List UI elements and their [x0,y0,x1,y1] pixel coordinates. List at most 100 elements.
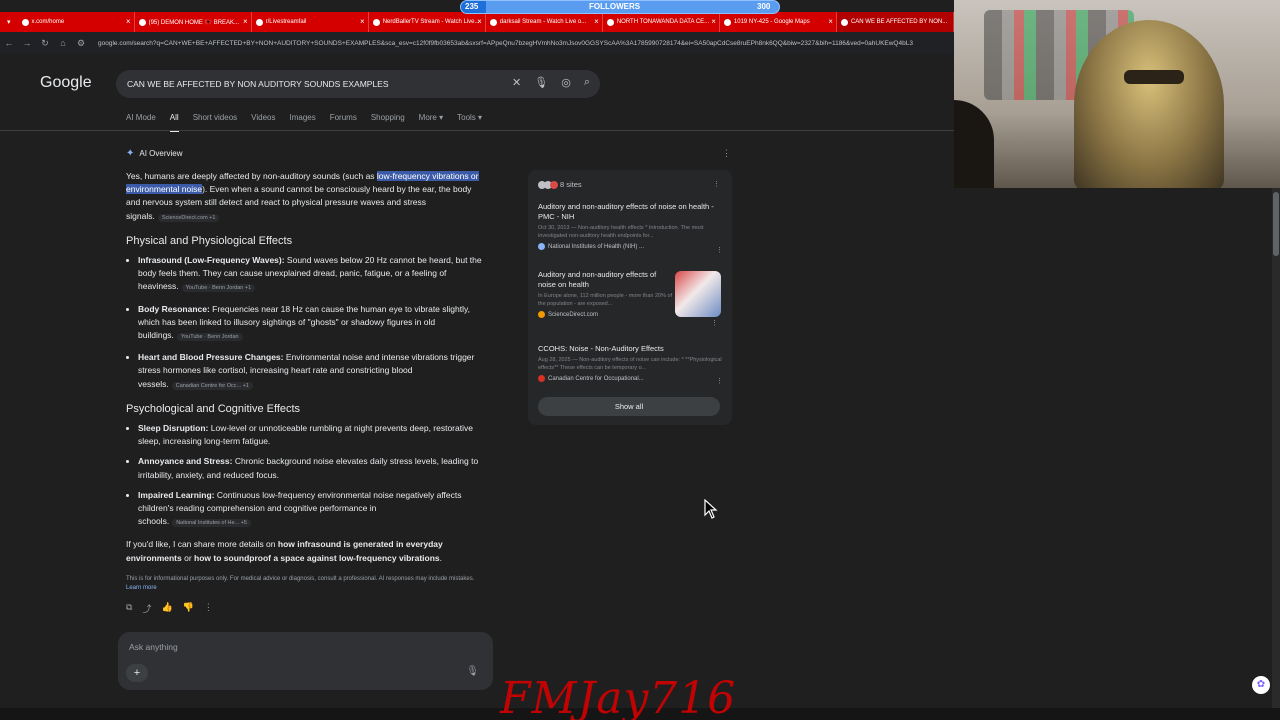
list-item: Body Resonance: Frequencies near 18 Hz c… [138,303,486,345]
search-icon[interactable]: ⌕ [584,76,590,89]
streamer-watermark: FMJay716 [500,673,737,720]
scrollbar-thumb[interactable] [1273,192,1279,256]
assistant-icon[interactable]: ✿ [1252,676,1270,694]
section-heading-physical: Physical and Physiological Effects [126,234,293,247]
maps-favicon-icon [723,18,731,26]
reload-icon[interactable]: ↻ [36,38,54,49]
url-field[interactable]: google.com/search?q=CAN+WE+BE+AFFECTED+B… [98,40,913,47]
followers-current: 235 [465,2,479,11]
x-favicon-icon [21,18,29,26]
tab-data-center[interactable]: NORTH TONAWANDA DATA CE... × [603,12,720,32]
thumbs-up-icon[interactable]: 👍 [161,602,172,615]
nav-divider [0,130,954,131]
tab-youtube[interactable]: (95) DEMON HOME 🇦🇱 BREAK... × [135,12,252,32]
tab-close-icon[interactable]: × [126,17,131,26]
suggestion-link[interactable]: how to soundproof a space against low-fr… [194,553,440,563]
section-heading-psychological: Psychological and Cognitive Effects [126,402,301,415]
tab-kick-nerdballer[interactable]: NerdBallerTV Stream - Watch Live... × [369,12,486,32]
source-chip[interactable]: ScienceDirect.com +1 [157,213,220,222]
mouse-cursor-icon [704,499,718,519]
tab-close-icon[interactable]: × [477,17,482,26]
list-item: Sleep Disruption: Low-level or unnoticea… [138,422,486,448]
google-logo[interactable]: Google [40,74,92,92]
address-bar: ← → ↻ ⌂ ⚙ google.com/search?q=CAN+WE+BE+… [0,32,954,54]
kick-favicon-icon [489,18,497,26]
followers-goal-bar: 235 FOLLOWERS 300 [460,0,780,14]
plus-icon[interactable]: + [126,664,148,682]
more-options-icon[interactable]: ⋮ [716,246,723,254]
ask-anything-box[interactable]: Ask anything + 🎙 [118,632,493,690]
site-info-icon[interactable]: ⚙ [72,38,90,49]
source-chip[interactable]: National Institutes of He... +5 [172,519,251,528]
list-item: Infrasound (Low-Frequency Waves): Sound … [138,254,486,296]
source-favicons [538,180,558,189]
sparkle-icon: ✦ [126,148,135,159]
tab-kick-darksail[interactable]: darksail Stream - Watch Live o... × [486,12,603,32]
youtube-favicon-icon [138,18,146,26]
ai-overview-header: ✦ AI Overview [126,148,183,159]
tab-close-icon[interactable]: × [243,17,248,26]
tab-close-icon[interactable]: × [594,17,599,26]
show-all-button[interactable]: Show all [538,397,720,416]
feedback-actions: ⧉ ⤴ 👍 👎 ⋮ [126,602,213,615]
more-options-icon[interactable]: ⋮ [722,148,731,159]
nih-favicon-icon [538,243,545,250]
tab-google-maps[interactable]: 1019 NY-425 - Google Maps × [720,12,837,32]
streamer-mask [1074,20,1224,188]
tab-reddit[interactable]: r/Livestreamfail × [252,12,369,32]
more-options-icon[interactable]: ⋮ [716,377,723,385]
more-options-icon[interactable]: ⋮ [711,319,718,327]
sites-count[interactable]: 8 sites [538,180,582,189]
lens-icon[interactable]: ◎ [561,76,571,89]
more-options-icon[interactable]: ⋮ [713,180,720,188]
search-box[interactable]: CAN WE BE AFFECTED BY NON AUDITORY SOUND… [116,70,600,98]
source-thumbnail[interactable] [675,271,721,317]
search-input[interactable]: CAN WE BE AFFECTED BY NON AUDITORY SOUND… [127,79,389,89]
forward-icon[interactable]: → [18,38,36,48]
followers-label: FOLLOWERS [589,2,641,11]
list-item: Heart and Blood Pressure Changes: Enviro… [138,351,486,393]
home-icon[interactable]: ⌂ [54,38,72,48]
sources-panel: 8 sites ⋮ Auditory and non-auditory effe… [528,170,732,425]
disclaimer: This is for informational purposes only.… [126,576,475,591]
share-icon[interactable]: ⤴ [142,602,151,615]
ai-overview-body: Yes, humans are deeply affected by non-a… [126,170,486,565]
mic-icon[interactable]: 🎙 [534,76,548,89]
list-item: Annoyance and Stress: Chronic background… [138,455,486,481]
source-card[interactable]: Auditory and non-auditory effects of noi… [538,270,673,318]
tab-google-search[interactable]: CAN WE BE AFFECTED BY NON... [836,12,955,32]
copy-icon[interactable]: ⧉ [126,602,132,615]
ask-input[interactable]: Ask anything [129,642,178,652]
psychological-effects-list: Sleep Disruption: Low-level or unnoticea… [126,422,486,530]
source-chip[interactable]: Canadian Centre for Occ... +1 [171,381,253,390]
webcam-overlay [954,0,1280,188]
page-scrollbar[interactable] [1272,188,1280,708]
source-chip[interactable]: YouTube · Benn Jordan [176,333,243,342]
tab-x[interactable]: x.com/home × [18,12,135,32]
mic-icon[interactable]: 🎙 [466,666,479,677]
clear-icon[interactable]: ✕ [512,76,521,89]
source-chip[interactable]: YouTube · Benn Jordan +1 [181,284,256,293]
google-favicon-icon [840,18,848,26]
learn-more-link[interactable]: Learn more [126,585,157,591]
source-card[interactable]: CCOHS: Noise - Non-Auditory Effects Aug … [538,344,723,385]
tab-search-icon[interactable]: ▾ [0,12,18,32]
globe-favicon-icon [606,18,614,26]
back-icon[interactable]: ← [0,38,18,48]
intro-paragraph: Yes, humans are deeply affected by non-a… [126,171,479,222]
physical-effects-list: Infrasound (Low-Frequency Waves): Sound … [126,254,486,393]
thumbs-down-icon[interactable]: 👎 [183,602,194,615]
reddit-favicon-icon [255,18,263,26]
outro-paragraph: If you'd like, I can share more details … [126,539,443,563]
source-card[interactable]: Auditory and non-auditory effects of noi… [538,202,723,254]
more-icon[interactable]: ⋮ [204,602,213,615]
list-item: Impaired Learning: Continuous low-freque… [138,489,486,531]
followers-goal: 300 [757,2,771,11]
second-person [954,100,994,188]
tab-close-icon[interactable]: × [828,17,833,26]
kick-favicon-icon [372,18,380,26]
tab-strip: ▾ x.com/home × (95) DEMON HOME 🇦🇱 BREAK..… [0,12,955,32]
tab-close-icon[interactable]: × [711,17,716,26]
sciencedirect-favicon-icon [538,311,545,318]
tab-close-icon[interactable]: × [360,17,365,26]
